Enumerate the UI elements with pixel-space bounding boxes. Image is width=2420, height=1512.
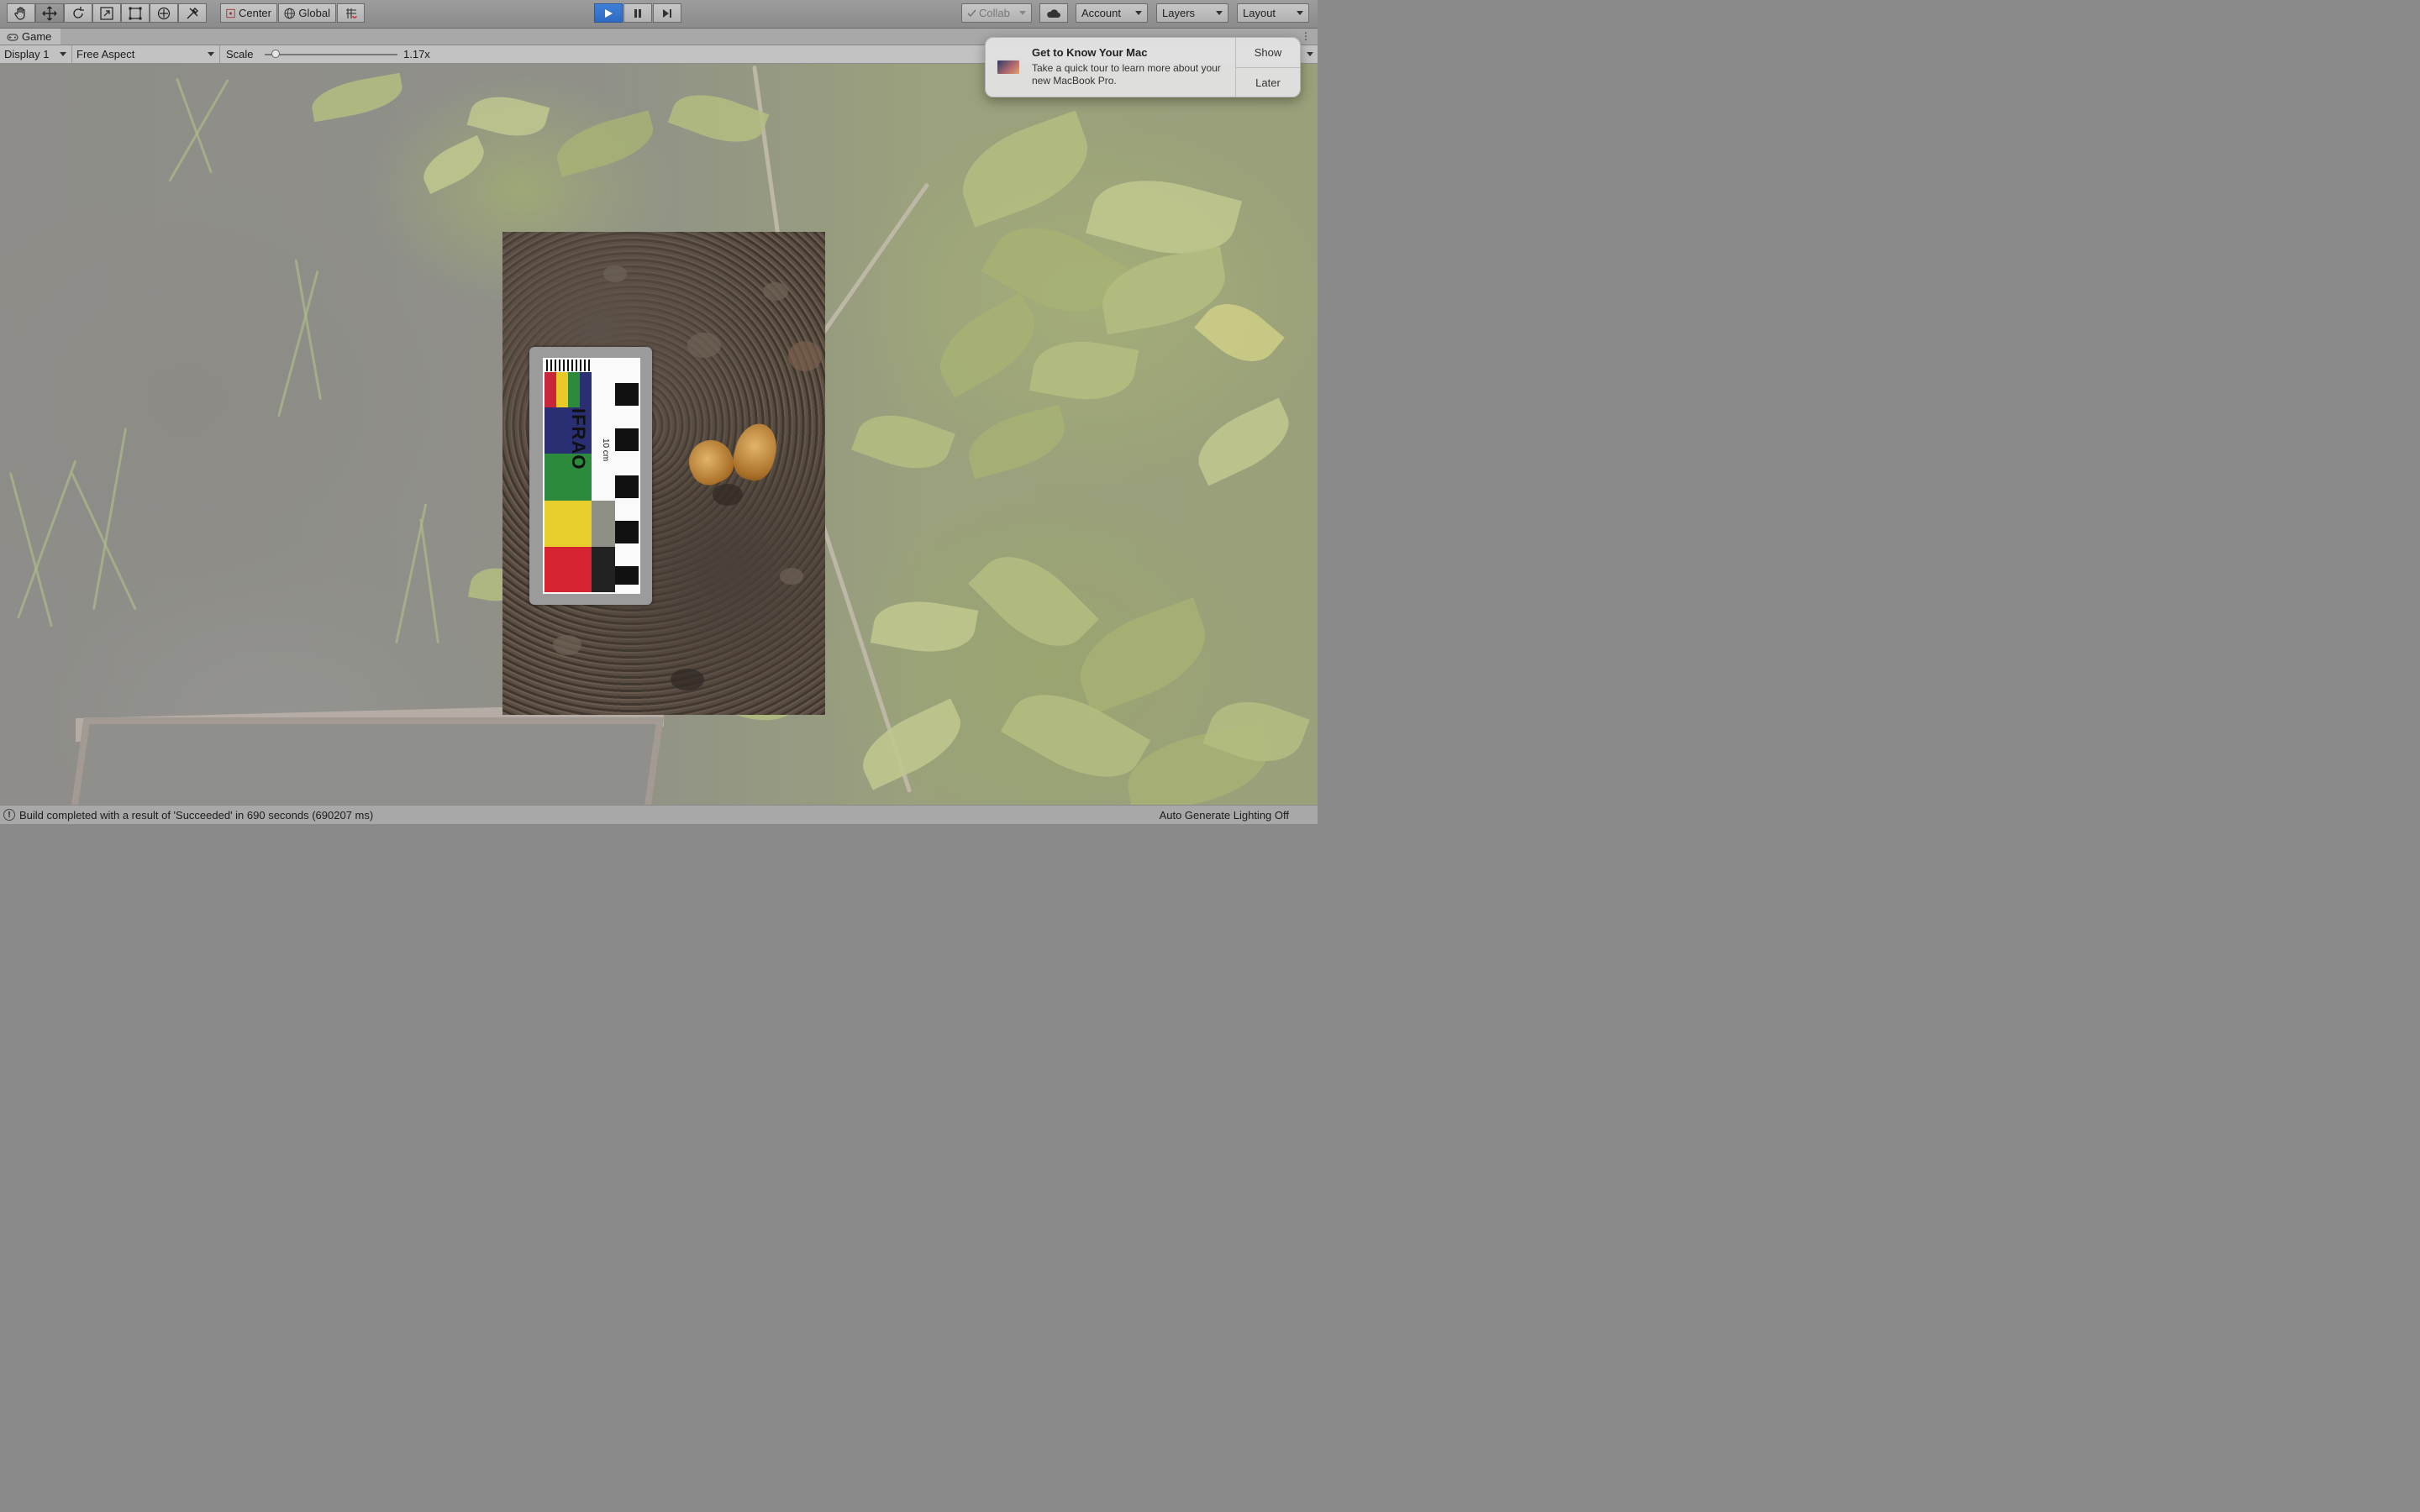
play-icon [605,8,613,18]
layout-dropdown[interactable]: Layout [1237,3,1309,23]
status-bar: ! Build completed with a result of 'Succ… [0,805,1318,824]
later-button[interactable]: Later [1236,67,1300,97]
layers-dropdown[interactable]: Layers [1156,3,1228,23]
ifrao-scale-card: IFRAO 10 cm [529,347,652,605]
main-toolbar: Center Global Collab Account Layers Layo… [0,0,1318,29]
display-dropdown[interactable]: Display 1 [0,45,72,63]
chevron-down-icon [1216,11,1223,15]
hand-tool-button[interactable] [7,3,35,23]
shell-right [729,418,782,486]
chevron-down-icon [208,52,214,56]
pivot-center-button[interactable]: Center [220,3,277,23]
swatch-grey [592,501,615,547]
chevron-down-icon [1297,11,1303,15]
rotate-tool-button[interactable] [64,3,92,23]
move-tool-button[interactable] [35,3,64,23]
gamepad-icon [7,33,18,41]
gamebar-overflow [1300,45,1318,63]
pivot-icon [226,8,235,18]
specimen-photo: IFRAO 10 cm [502,232,825,715]
move-icon [42,6,57,20]
swatch-navy [580,372,592,407]
notification-title: Get to Know Your Mac [1032,46,1148,59]
rotate-icon [73,6,84,18]
status-message[interactable]: Build completed with a result of 'Succee… [19,809,373,822]
tools-icon [187,7,198,18]
chevron-down-icon [1135,11,1142,15]
pause-button[interactable] [623,3,652,23]
chevron-down-icon [60,52,66,56]
macbook-tour-icon [996,59,1021,76]
scale-slider[interactable] [265,50,397,58]
chevron-down-icon[interactable] [1307,52,1313,56]
transform-icon [157,7,171,19]
globe-icon [284,8,295,18]
game-viewport[interactable]: IFRAO 10 cm [0,64,1318,805]
swatch-green [568,372,580,407]
hand-icon [14,6,25,20]
scale-value: 1.17x [403,48,430,60]
chevron-down-icon [1019,11,1026,15]
custom-tool-button[interactable] [178,3,207,23]
notification-body: Take a quick tour to learn more about yo… [1032,62,1221,87]
info-icon: ! [3,809,15,821]
tab-label: Game [22,30,52,43]
transform-tool-button[interactable] [150,3,178,23]
account-dropdown[interactable]: Account [1076,3,1148,23]
swatch-red [544,372,556,407]
grid-snap-icon [345,8,357,18]
pause-icon [634,8,641,18]
collab-label: Collab [979,7,1010,19]
cloud-icon [1047,8,1060,18]
scale-slider-thumb[interactable] [271,50,280,58]
check-icon [967,9,976,18]
space-label: Global [298,7,330,19]
shell-left [681,433,740,491]
layout-label: Layout [1243,7,1276,19]
swatch-black [592,547,615,592]
cloud-button[interactable] [1039,3,1068,23]
scale-label: Scale [226,48,254,60]
layers-label: Layers [1162,7,1196,19]
rect-transform-icon [129,7,142,19]
display-label: Display 1 [4,48,50,60]
play-button[interactable] [594,3,623,23]
scale-tool-button[interactable] [92,3,121,23]
rect-tool-button[interactable] [121,3,150,23]
snap-button[interactable] [337,3,365,23]
step-icon [663,8,671,18]
aspect-dropdown[interactable]: Free Aspect [72,45,220,63]
pivot-label: Center [238,7,271,19]
show-button[interactable]: Show [1236,38,1300,67]
ifrao-text: IFRAO [568,408,589,470]
swatch-yellow [556,372,568,407]
collab-dropdown[interactable]: Collab [961,3,1032,23]
scale-icon [100,6,113,20]
more-options-icon[interactable]: ⋮ [1301,30,1311,42]
account-label: Account [1081,7,1121,19]
aspect-label: Free Aspect [76,48,135,60]
notification-actions: Show Later [1235,38,1300,97]
notification-banner[interactable]: Get to Know Your Mac Take a quick tour t… [985,37,1301,97]
pivot-space-button[interactable]: Global [278,3,336,23]
step-button[interactable] [653,3,681,23]
ifrao-scale-text: 10 cm [601,438,610,462]
lighting-status[interactable]: Auto Generate Lighting Off [1160,809,1289,822]
swatch-yellow-large [544,501,592,547]
swatch-red-large [544,547,592,592]
tab-game[interactable]: Game [0,29,60,45]
